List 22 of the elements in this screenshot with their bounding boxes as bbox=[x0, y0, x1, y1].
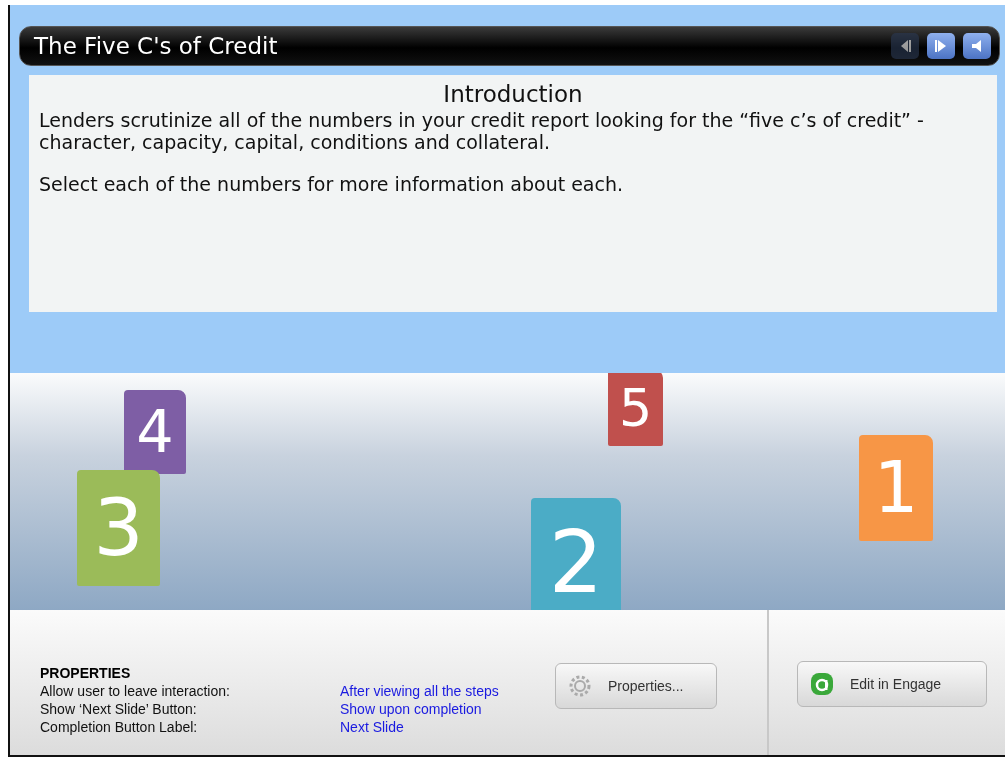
engage-logo-icon bbox=[810, 671, 834, 696]
number-tile[interactable]: 4 bbox=[124, 390, 186, 474]
property-label: Show ‘Next Slide’ Button: bbox=[40, 699, 198, 718]
next-button[interactable] bbox=[927, 33, 955, 59]
properties-heading: PROPERTIES bbox=[40, 663, 132, 682]
number-tile[interactable]: 2 bbox=[531, 498, 621, 610]
sound-button[interactable] bbox=[963, 33, 991, 59]
intro-paragraph: Select each of the numbers for more information about each. bbox=[39, 173, 625, 195]
property-value: Next Slide bbox=[340, 717, 405, 736]
speaker-icon bbox=[970, 38, 984, 54]
next-icon bbox=[934, 38, 948, 54]
gear-icon bbox=[568, 673, 592, 698]
property-label: Completion Button Label: bbox=[40, 717, 199, 736]
property-label: Allow user to leave interaction: bbox=[40, 681, 231, 700]
number-tile[interactable]: 5 bbox=[608, 373, 663, 446]
intro-paragraph: Lenders scrutinize all of the numbers in your credit report looking for the “five c’s of credit” - character, capacity, capital, conditions and collateral. bbox=[39, 109, 925, 153]
property-value: After viewing all the steps bbox=[340, 681, 500, 700]
window-title: The Five C's of Credit bbox=[34, 33, 279, 59]
properties-button[interactable]: Properties... bbox=[555, 662, 717, 709]
intro-heading: Introduction bbox=[442, 81, 584, 107]
edit-in-engage-button[interactable]: Edit in Engage bbox=[797, 660, 987, 707]
property-value: Show upon completion bbox=[340, 699, 483, 718]
